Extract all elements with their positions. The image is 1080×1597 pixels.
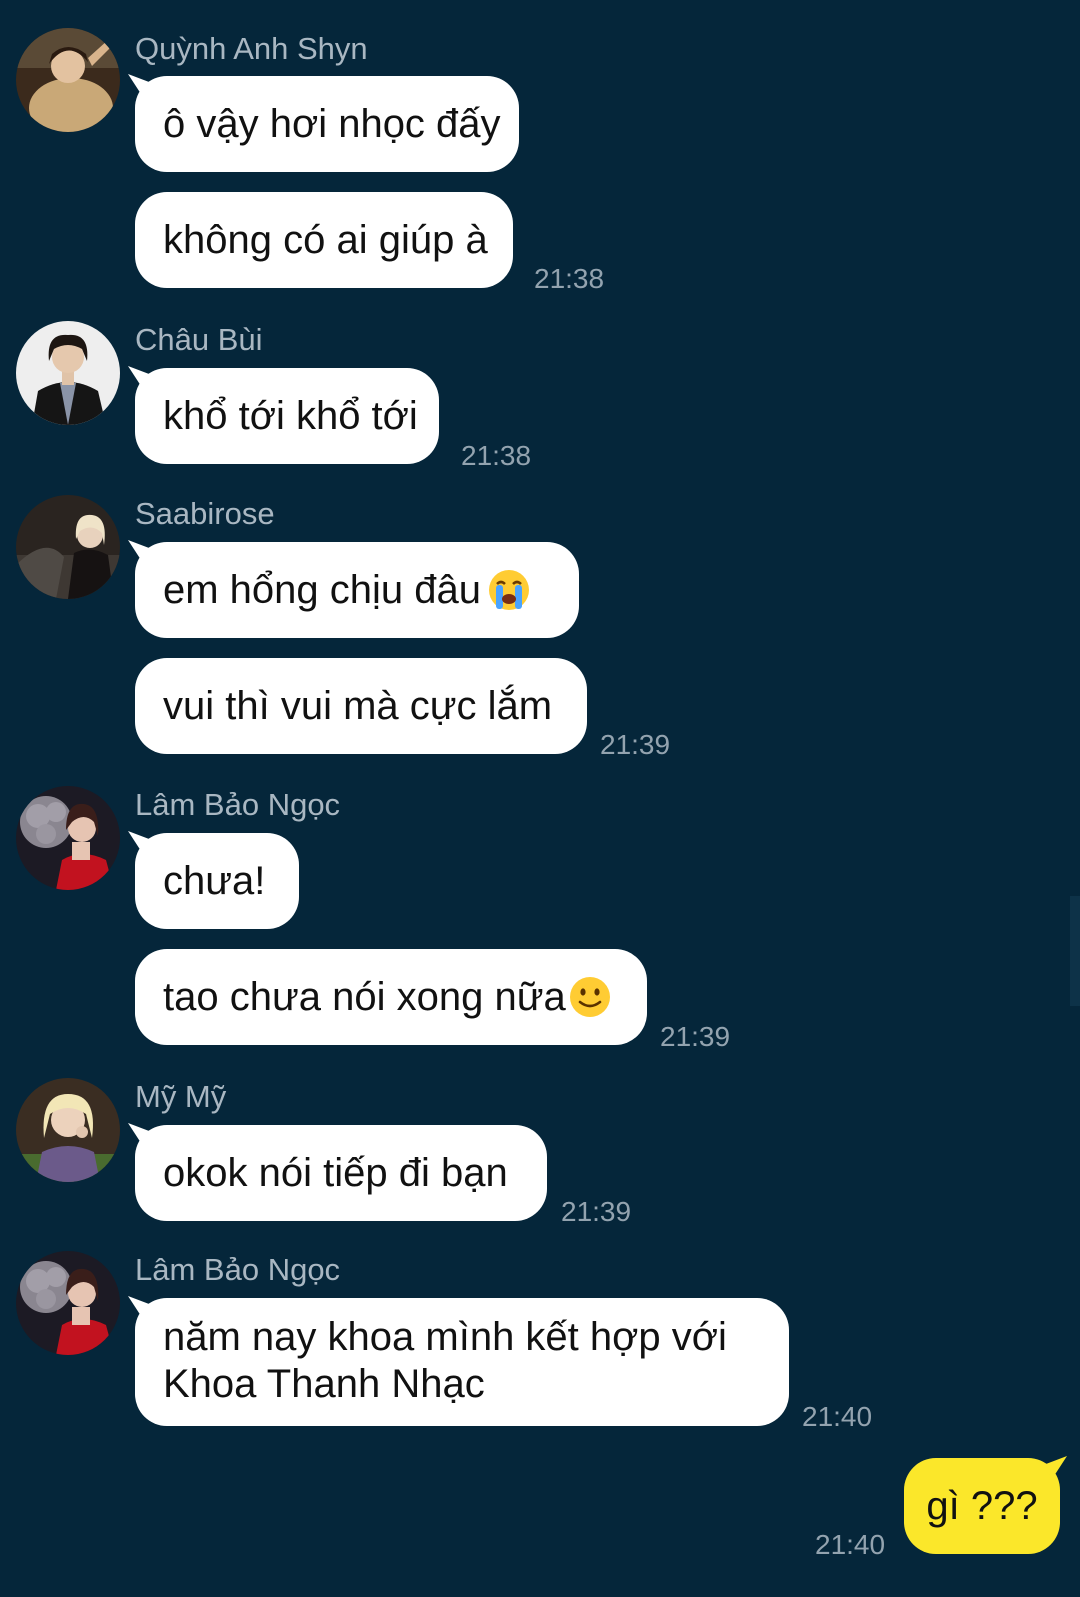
message-text: okok nói tiếp đi bạn [163, 1150, 508, 1195]
message-bubble[interactable]: khổ tới khổ tới [135, 368, 439, 464]
sender-name: Saabirose [135, 496, 275, 531]
sender-name: Quỳnh Anh Shyn [135, 31, 368, 66]
own-message-text: gì ??? [926, 1483, 1038, 1528]
message-time: 21:39 [600, 729, 671, 760]
message-time: 21:38 [534, 263, 605, 294]
message-text: em hổng chịu đâu [163, 567, 482, 612]
message-bubble[interactable]: vui thì vui mà cực lắm [135, 658, 587, 754]
message-bubble[interactable]: không có ai giúp à [135, 192, 513, 288]
message-text: khổ tới khổ tới [163, 393, 418, 438]
message-text: tao chưa nói xong nữa [163, 974, 566, 1019]
avatar[interactable] [16, 1251, 120, 1355]
sender-name: Châu Bùi [135, 322, 263, 357]
avatar[interactable] [16, 28, 120, 132]
message-bubble[interactable]: okok nói tiếp đi bạn [135, 1125, 547, 1221]
avatar[interactable] [16, 786, 120, 890]
avatar[interactable] [16, 1078, 120, 1182]
avatar-lam-bao-ngoc-icon [16, 1251, 120, 1355]
sender-name: Lâm Bảo Ngọc [135, 1252, 341, 1287]
avatar-quynh-anh-shyn-icon [16, 28, 120, 132]
message-text: ô vậy hơi nhọc đấy [163, 101, 501, 146]
message-bubble[interactable]: em hổng chịu đâu [135, 542, 579, 638]
message-time: 21:38 [461, 440, 532, 471]
message-bubble[interactable]: tao chưa nói xong nữa [135, 949, 647, 1045]
message-time: 21:39 [660, 1021, 731, 1052]
message-bubble[interactable]: ô vậy hơi nhọc đấy [135, 76, 519, 172]
message-text: năm nay khoa mình kết hợp với Khoa Thanh… [163, 1315, 727, 1406]
message-bubble[interactable]: chưa! [135, 833, 299, 929]
message-text: không có ai giúp à [163, 217, 488, 262]
crying-face-emoji-icon [489, 570, 530, 610]
own-message-time: 21:40 [815, 1529, 886, 1560]
message-text: vui thì vui mà cực lắm [163, 683, 553, 728]
avatar-lam-bao-ngoc-icon [16, 786, 120, 890]
slightly-smiling-face-emoji-icon [569, 977, 610, 1017]
avatar[interactable] [16, 321, 120, 425]
scrollbar[interactable] [1070, 896, 1080, 1006]
message-time: 21:39 [561, 1196, 632, 1227]
avatar-chau-bui-icon [16, 321, 120, 425]
avatar-my-my-icon [16, 1078, 120, 1182]
message-bubble[interactable]: năm nay khoa mình kết hợp với Khoa Thanh… [135, 1298, 789, 1426]
avatar-saabirose-icon [16, 495, 120, 599]
message-time: 21:40 [802, 1401, 873, 1432]
sender-name: Lâm Bảo Ngọc [135, 787, 341, 822]
avatar[interactable] [16, 495, 120, 599]
message-text: chưa! [163, 858, 266, 903]
own-message-bubble[interactable]: gì ??? [904, 1458, 1060, 1554]
sender-name: Mỹ Mỹ [135, 1079, 227, 1114]
